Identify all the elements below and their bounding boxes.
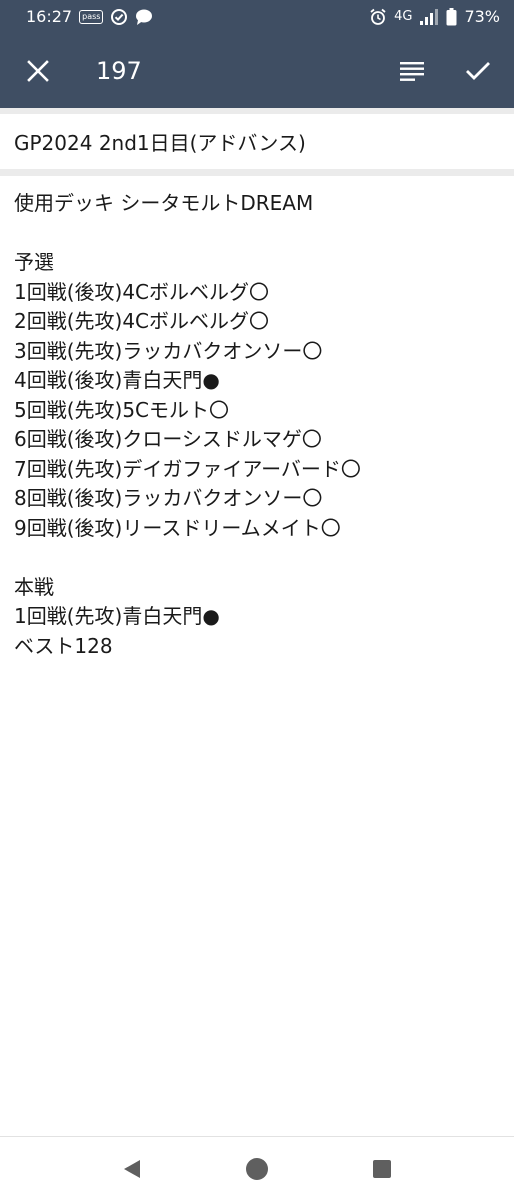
subject-lines-icon [400, 61, 424, 81]
body-line: 本戦 [14, 574, 54, 599]
body-line: 9回戦(後攻)リースドリームメイト〇 [14, 515, 341, 540]
close-icon [27, 59, 49, 82]
battery-icon [446, 7, 457, 26]
body-line: 予選 [14, 250, 54, 274]
navigation-bar [0, 1136, 514, 1200]
format-button[interactable] [390, 49, 434, 93]
body-line: 1回戦(先攻)青白天門● [14, 604, 220, 628]
recents-square-icon [372, 1159, 391, 1178]
back-triangle-icon [124, 1159, 141, 1178]
body-line: 使用デッキ シータモルトDREAM [14, 191, 314, 215]
body-line: 4回戦(後攻)青白天門● [14, 368, 220, 392]
status-time: 16:27 [26, 7, 73, 26]
body-line: 6回戦(後攻)クローシスドルマゲ〇 [14, 427, 322, 451]
body-line [14, 219, 504, 249]
status-bar: 16:27 pass 4G 73% [0, 0, 514, 33]
alarm-icon [369, 8, 387, 26]
app-actions [390, 49, 500, 93]
signal-icon [419, 8, 439, 26]
app-bar: 197 [0, 33, 514, 108]
page-title: 197 [96, 56, 142, 85]
body-line: 3回戦(先攻)ラッカバクオンソー〇 [14, 338, 323, 363]
save-button[interactable] [456, 49, 500, 93]
note-body-field[interactable]: 使用デッキ シータモルトDREAM 予選 1回戦(後攻)4Cボルベルグ〇 2回戦… [14, 189, 504, 661]
home-circle-icon [245, 1157, 268, 1180]
status-right: 4G 73% [369, 7, 500, 26]
note-title-field[interactable]: GP2024 2nd1日目(アドバンス) [0, 114, 514, 169]
close-button[interactable] [18, 51, 58, 91]
recents-button[interactable] [357, 1144, 407, 1194]
pass-icon: pass [79, 9, 104, 24]
body-line: 1回戦(後攻)4Cボルベルグ〇 [14, 279, 270, 304]
check-circle-icon [110, 8, 128, 26]
body-line: 8回戦(後攻)ラッカバクオンソー〇 [14, 486, 323, 510]
body-line: 7回戦(先攻)デイガファイアーバード〇 [14, 456, 361, 481]
status-left: 16:27 pass [26, 7, 153, 26]
battery-level: 73% [464, 7, 500, 26]
check-icon [466, 61, 490, 80]
chat-bubble-icon [135, 8, 153, 26]
body-line: 2回戦(先攻)4Cボルベルグ〇 [14, 309, 270, 333]
home-button[interactable] [232, 1144, 282, 1194]
body-line: 5回戦(先攻)5Cモルト〇 [14, 397, 230, 422]
body-line: ベスト128 [14, 633, 113, 658]
body-line [14, 543, 504, 573]
screen: 16:27 pass 4G 73% 197 GP2024 2nd1日目(アドバン… [0, 0, 514, 1200]
divider [0, 169, 514, 176]
network-label: 4G [394, 9, 413, 24]
back-button[interactable] [107, 1144, 157, 1194]
